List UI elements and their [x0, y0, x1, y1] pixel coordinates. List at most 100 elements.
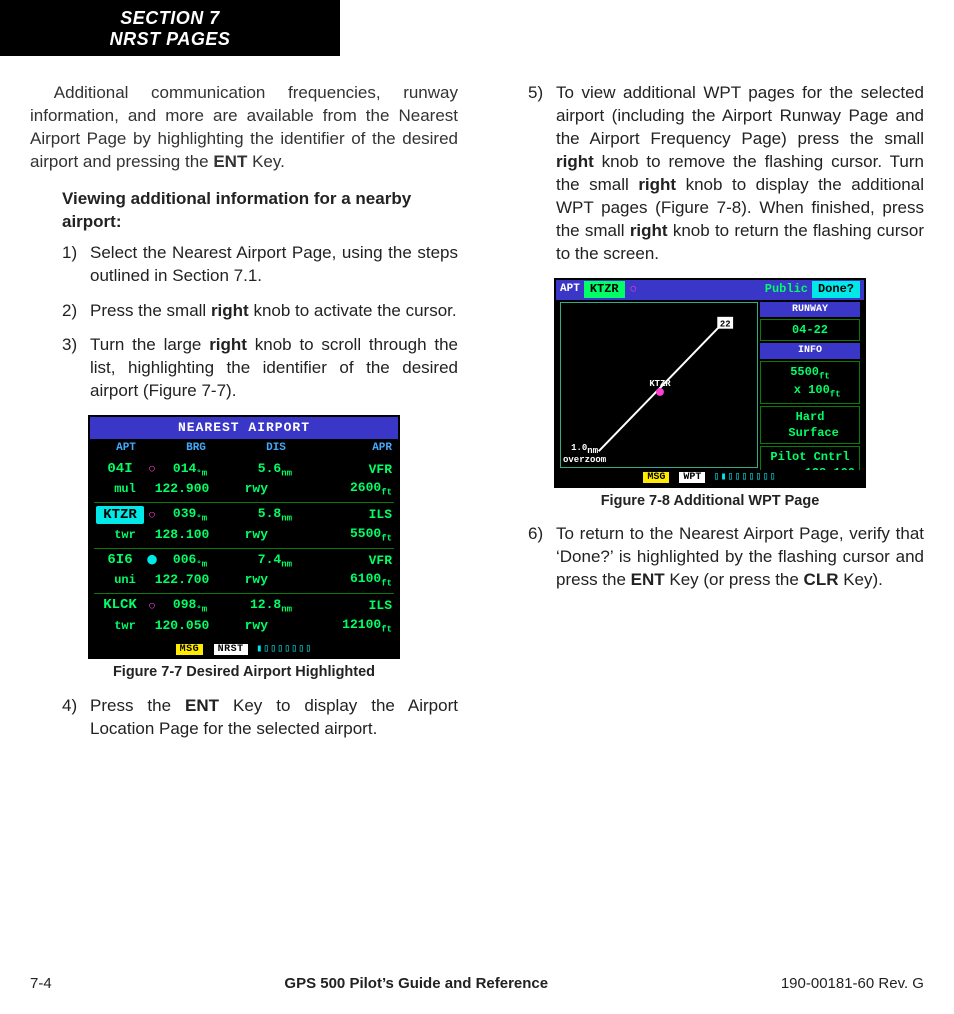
msg-badge: MSG — [176, 644, 204, 655]
freq-type: twr — [96, 527, 144, 543]
approach: VFR — [292, 552, 392, 570]
step-text: Turn the large right knob to scroll thro… — [90, 334, 458, 403]
done-prompt: Done? — [812, 281, 860, 297]
rwy-label: rwy — [220, 571, 268, 589]
airport-ident: KTZR — [96, 506, 144, 525]
airport-symbol-icon: ◯ — [144, 463, 160, 475]
step-number: 6) — [528, 523, 556, 592]
bearing: 006°m — [160, 551, 220, 571]
gps-screen-wpt-page: APT KTZR ◯ Public Done? 22 KTZR 1. — [554, 278, 866, 488]
step-number: 5) — [528, 82, 556, 266]
step-text: Press the small right knob to activate t… — [90, 300, 458, 323]
figure-7-8-caption: Figure 7-8 Additional WPT Page — [496, 492, 924, 512]
freq-type: uni — [96, 572, 144, 588]
intro-post: Key. — [247, 152, 284, 171]
rwy-length: 6100ft — [268, 570, 392, 590]
procedure-step-6: 6)To return to the Nearest Airport Page,… — [528, 523, 924, 592]
hdr-apt: APT — [96, 441, 156, 456]
freq-type: mul — [96, 481, 144, 497]
gps78-map: 22 KTZR 1.0nm overzoom — [560, 302, 758, 468]
figure-7-7: NEAREST AIRPORT APT BRG DIS APR 04I◯014°… — [30, 415, 458, 682]
runway-label: RUNWAY — [760, 302, 860, 318]
frequency: 120.050 — [144, 617, 220, 635]
intro-paragraph: Additional communication frequencies, ru… — [30, 82, 458, 174]
step-text: To view additional WPT pages for the sel… — [556, 82, 924, 266]
rwy-label: rwy — [220, 480, 268, 498]
airport-ident: 6I6 — [96, 551, 144, 570]
airport-symbol-icon: ⬤ — [144, 554, 160, 566]
frequency: 122.900 — [144, 480, 220, 498]
msg-badge: MSG — [643, 472, 669, 483]
rwy-label: rwy — [220, 617, 268, 635]
nrst-badge: NRST — [214, 644, 248, 655]
airport-row: 6I6⬤006°m7.4nmVFR uni122.700rwy6100ft — [94, 549, 394, 594]
distance: 5.6nm — [220, 460, 292, 480]
distance: 5.8nm — [220, 505, 292, 525]
page-bars: ▮▯▯▯▯▯▯▯ — [256, 644, 312, 655]
intro-key: ENT — [213, 152, 247, 171]
procedure-list-left: 1)Select the Nearest Airport Page, using… — [62, 242, 458, 404]
gps78-top-bar: APT KTZR ◯ Public Done? — [556, 280, 864, 300]
section-line2: NRST PAGES — [0, 29, 340, 50]
surface-box: Hard Surface — [760, 406, 860, 444]
list-item: 1)Select the Nearest Airport Page, using… — [62, 242, 458, 288]
step-number: 2) — [62, 300, 90, 323]
procedure-step-4: 4)Press the ENT Key to display the Airpo… — [62, 695, 458, 741]
figure-7-8: APT KTZR ◯ Public Done? 22 KTZR 1. — [496, 278, 924, 512]
bearing: 098°m — [160, 596, 220, 616]
footer-title: GPS 500 Pilot’s Guide and Reference — [284, 974, 548, 994]
gps78-side-panel: RUNWAY 04-22 INFO 5500ft x 100ft Hard Su… — [760, 302, 860, 485]
gps77-header-row: APT BRG DIS APR — [90, 439, 398, 458]
figure-7-7-caption: Figure 7-7 Desired Airport Highlighted — [30, 663, 458, 683]
bearing: 039°m — [160, 505, 220, 525]
rwy-label: rwy — [220, 526, 268, 544]
gps78-bottom-bar: MSG WPT ▯▮▯▯▯▯▯▯▯ — [556, 470, 864, 486]
list-item: 5)To view additional WPT pages for the s… — [528, 82, 924, 266]
page-footer: 7-4 GPS 500 Pilot’s Guide and Reference … — [30, 974, 924, 994]
list-item: 4)Press the ENT Key to display the Airpo… — [62, 695, 458, 741]
airport-symbol-icon: ◯ — [144, 600, 160, 612]
info-dimensions: 5500ft x 100ft — [760, 361, 860, 404]
airport-row: KTZR◯039°m5.8nmILS twr128.100rwy5500ft — [94, 503, 394, 548]
frequency: 122.700 — [144, 571, 220, 589]
rwy-length: 2600ft — [268, 479, 392, 499]
apt-symbol-icon: ◯ — [631, 283, 636, 295]
section-header-tab: SECTION 7 NRST PAGES — [0, 0, 340, 56]
map-waypoint-label: KTZR — [649, 378, 671, 388]
step-number: 3) — [62, 334, 90, 403]
airport-ident: 04I — [96, 460, 144, 479]
hdr-dis: DIS — [236, 441, 316, 456]
distance: 7.4nm — [220, 551, 292, 571]
info-label: INFO — [760, 343, 860, 359]
hdr-apr: APR — [316, 441, 392, 456]
rwy-length: 12100ft — [268, 616, 392, 636]
airport-ident: KLCK — [96, 596, 144, 615]
runway-value: 04-22 — [760, 319, 860, 341]
airport-row: KLCK◯098°m12.8nmILStwr120.050rwy12100ft — [94, 594, 394, 638]
approach: ILS — [292, 506, 392, 524]
step-number: 4) — [62, 695, 90, 741]
step-number: 1) — [62, 242, 90, 288]
bearing: 014°m — [160, 460, 220, 480]
rwy-end-label: 22 — [720, 319, 731, 329]
overzoom-label: 1.0nm overzoom — [563, 444, 606, 465]
procedure-list-right: 5)To view additional WPT pages for the s… — [528, 82, 924, 266]
approach: VFR — [292, 461, 392, 479]
approach: ILS — [292, 597, 392, 615]
gps77-title: NEAREST AIRPORT — [90, 417, 398, 439]
step-text: Select the Nearest Airport Page, using t… — [90, 242, 458, 288]
page-number: 7-4 — [30, 974, 52, 994]
page-bars: ▯▮▯▯▯▯▯▯▯ — [713, 472, 776, 483]
left-column: Additional communication frequencies, ru… — [30, 82, 458, 954]
gps77-bottom-bar: MSG NRST ▮▯▯▯▯▯▯▯ — [90, 641, 398, 658]
frequency: 128.100 — [144, 526, 220, 544]
apt-label: APT — [560, 282, 580, 297]
step-text: To return to the Nearest Airport Page, v… — [556, 523, 924, 592]
rwy-length: 5500ft — [268, 525, 392, 545]
wpt-badge: WPT — [679, 472, 705, 483]
airport-symbol-icon: ◯ — [144, 509, 160, 521]
footer-rev: 190-00181-60 Rev. G — [781, 974, 924, 994]
list-item: 3)Turn the large right knob to scroll th… — [62, 334, 458, 403]
hdr-brg: BRG — [156, 441, 236, 456]
apt-public: Public — [765, 281, 808, 297]
